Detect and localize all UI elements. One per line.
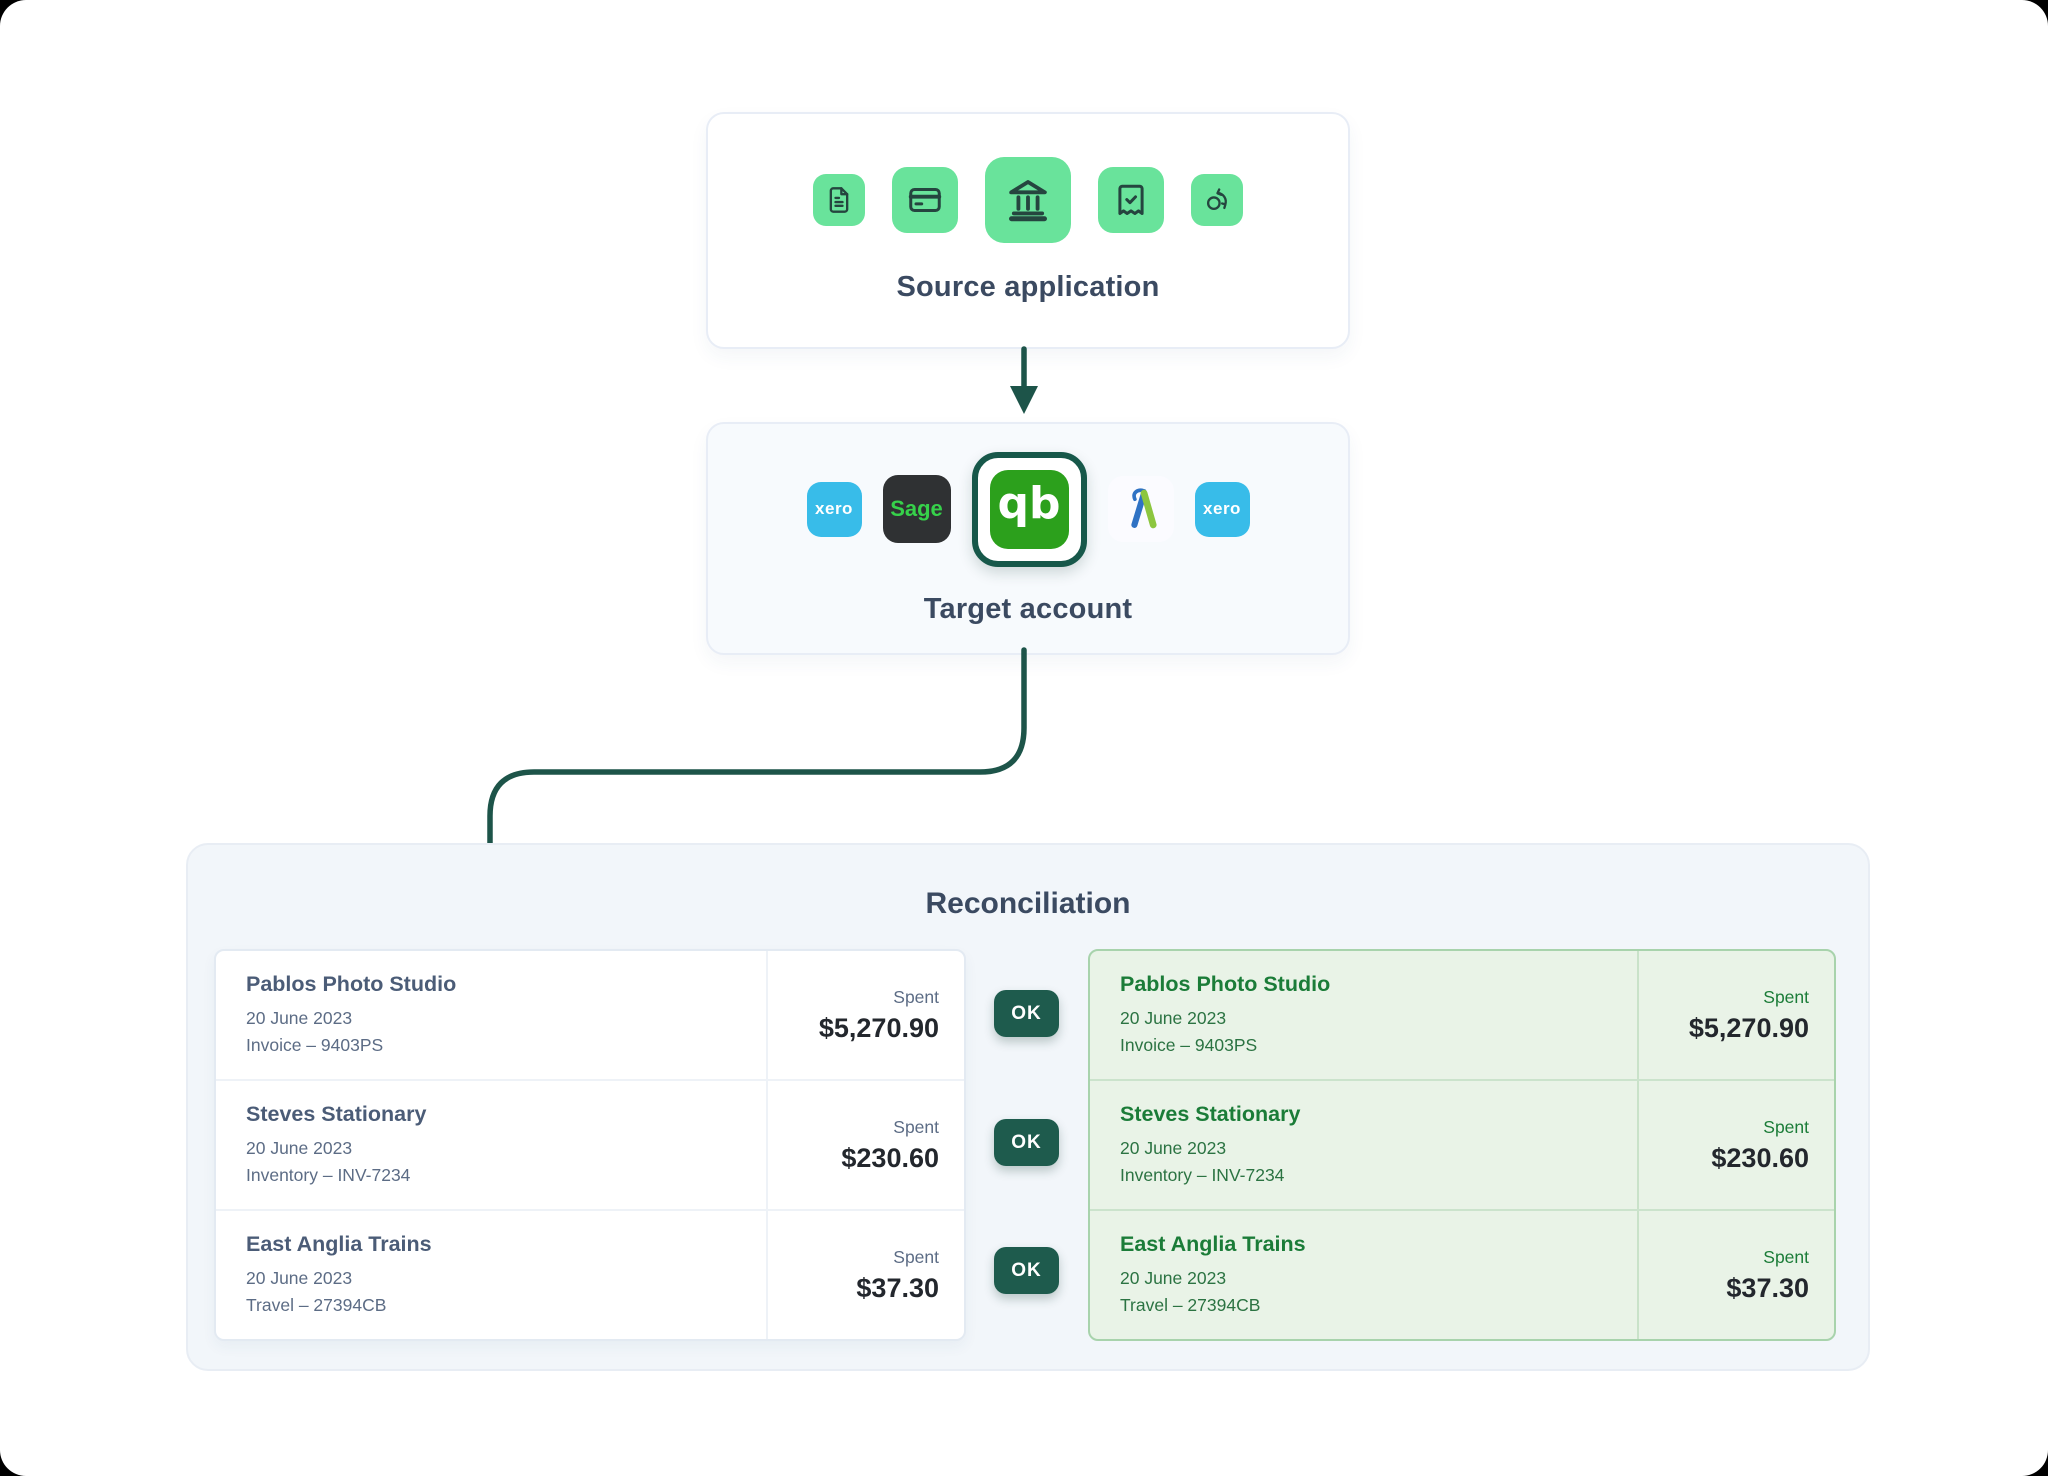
credit-card-icon <box>907 182 943 218</box>
table-row: Pablos Photo Studio 20 June 2023 Invoice… <box>216 951 964 1079</box>
transaction-date: 20 June 2023 <box>246 1135 766 1161</box>
quickbooks-icon: qb <box>990 470 1069 549</box>
reconciliation-panel: Reconciliation Pablos Photo Studio 20 Ju… <box>186 843 1870 1371</box>
spent-amount: $37.30 <box>1726 1273 1809 1304</box>
source-icon-row <box>813 157 1243 243</box>
document-icon <box>825 186 853 214</box>
ok-button[interactable]: OK <box>994 1119 1059 1166</box>
xero-logo-label: xero <box>1203 499 1241 519</box>
sync-icon <box>1203 186 1231 214</box>
source-option-credit-card[interactable] <box>892 167 958 233</box>
source-option-bank[interactable] <box>985 157 1071 243</box>
transaction-name: East Anglia Trains <box>246 1232 766 1257</box>
transaction-date: 20 June 2023 <box>246 1265 766 1291</box>
spent-label: Spent <box>893 987 939 1008</box>
transaction-name: Steves Stationary <box>246 1102 766 1127</box>
target-logo-row: xero Sage qb xero <box>807 452 1250 567</box>
table-row: East Anglia Trains 20 June 2023 Travel –… <box>1090 1209 1834 1339</box>
transaction-date: 20 June 2023 <box>246 1005 766 1031</box>
transaction-name: Pablos Photo Studio <box>246 972 766 997</box>
quickbooks-logo-selected[interactable]: qb <box>972 452 1087 567</box>
freeagent-icon <box>1119 487 1163 531</box>
target-card-title: Target account <box>924 593 1133 626</box>
ok-button[interactable]: OK <box>994 990 1059 1037</box>
source-option-document[interactable] <box>813 174 865 226</box>
transaction-ref: Travel – 27394CB <box>246 1292 766 1318</box>
spent-label: Spent <box>893 1247 939 1268</box>
transaction-name: Pablos Photo Studio <box>1120 972 1637 997</box>
transaction-ref: Travel – 27394CB <box>1120 1292 1637 1318</box>
bank-icon <box>1005 177 1051 223</box>
table-row: East Anglia Trains 20 June 2023 Travel –… <box>216 1209 964 1339</box>
table-row: Pablos Photo Studio 20 June 2023 Invoice… <box>1090 951 1834 1079</box>
receipt-check-icon <box>1113 182 1149 218</box>
xero-logo[interactable]: xero <box>1195 482 1250 537</box>
spent-amount: $5,270.90 <box>1689 1013 1809 1044</box>
transaction-date: 20 June 2023 <box>1120 1135 1637 1161</box>
transaction-ref: Inventory – INV-7234 <box>1120 1162 1637 1188</box>
sage-logo-label: Sage <box>890 496 943 522</box>
spent-amount: $230.60 <box>1711 1143 1809 1174</box>
spent-amount: $37.30 <box>856 1273 939 1304</box>
source-application-card: Source application <box>706 112 1350 349</box>
transaction-name: East Anglia Trains <box>1120 1232 1637 1257</box>
flow-arrow-down-icon <box>1000 344 1048 418</box>
source-transactions-table: Pablos Photo Studio 20 June 2023 Invoice… <box>214 949 966 1341</box>
spent-amount: $5,270.90 <box>819 1013 939 1044</box>
transaction-date: 20 June 2023 <box>1120 1005 1637 1031</box>
freeagent-logo[interactable] <box>1108 476 1174 542</box>
xero-logo-label: xero <box>815 499 853 519</box>
sage-logo[interactable]: Sage <box>883 475 951 543</box>
source-option-sync[interactable] <box>1191 174 1243 226</box>
reconciliation-title: Reconciliation <box>188 887 1868 921</box>
table-row: Steves Stationary 20 June 2023 Inventory… <box>216 1079 964 1209</box>
ok-button[interactable]: OK <box>994 1247 1059 1294</box>
page: Source application xero Sage qb <box>0 0 2048 1476</box>
matched-transactions-table: Pablos Photo Studio 20 June 2023 Invoice… <box>1088 949 1836 1341</box>
transaction-date: 20 June 2023 <box>1120 1265 1637 1291</box>
target-account-card: xero Sage qb xero Target account <box>706 422 1350 655</box>
spent-amount: $230.60 <box>841 1143 939 1174</box>
source-option-receipt[interactable] <box>1098 167 1164 233</box>
transaction-ref: Invoice – 9403PS <box>246 1032 766 1058</box>
source-card-title: Source application <box>896 271 1159 304</box>
xero-logo[interactable]: xero <box>807 482 862 537</box>
table-row: Steves Stationary 20 June 2023 Inventory… <box>1090 1079 1834 1209</box>
spent-label: Spent <box>1763 1117 1809 1138</box>
transaction-ref: Inventory – INV-7234 <box>246 1162 766 1188</box>
transaction-name: Steves Stationary <box>1120 1102 1637 1127</box>
transaction-ref: Invoice – 9403PS <box>1120 1032 1637 1058</box>
spent-label: Spent <box>893 1117 939 1138</box>
spent-label: Spent <box>1763 987 1809 1008</box>
spent-label: Spent <box>1763 1247 1809 1268</box>
quickbooks-logo-label: qb <box>998 482 1061 526</box>
